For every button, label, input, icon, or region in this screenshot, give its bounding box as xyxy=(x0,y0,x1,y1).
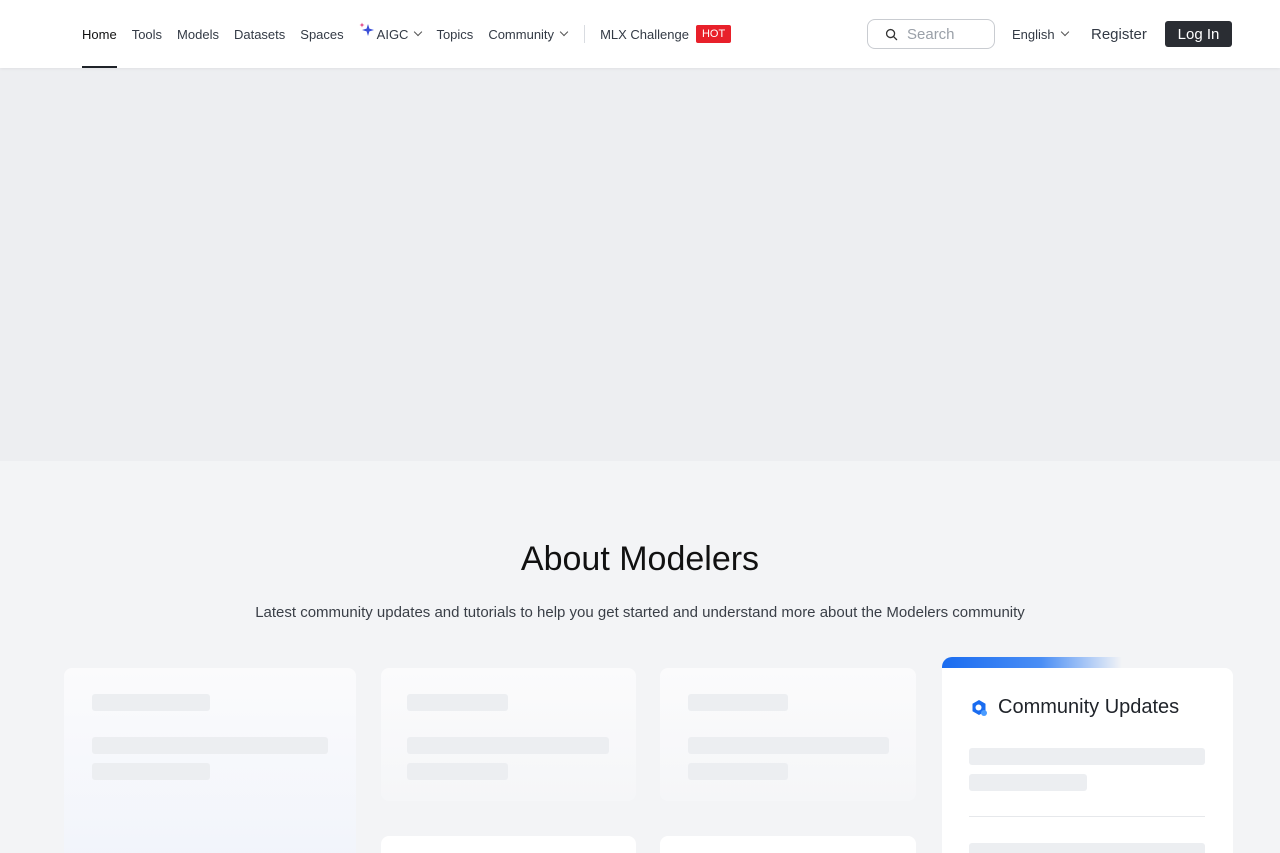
login-label: Log In xyxy=(1177,25,1220,43)
search-box[interactable] xyxy=(867,19,995,49)
register-link[interactable]: Register xyxy=(1091,0,1147,68)
nav-tools-label: Tools xyxy=(131,26,163,42)
nav-community[interactable]: Community xyxy=(488,0,569,68)
skeleton-card xyxy=(660,668,916,801)
nav-spaces-label: Spaces xyxy=(300,26,344,42)
skeleton-line xyxy=(688,694,788,711)
skeleton-line xyxy=(92,694,210,711)
nav-aigc[interactable]: AIGC xyxy=(359,0,423,68)
nav-topics[interactable]: Topics xyxy=(436,0,473,68)
nav-spaces[interactable]: Spaces xyxy=(300,0,343,68)
community-updates-panel: Community Updates xyxy=(942,668,1233,853)
top-header: Home Tools Models Datasets Spaces AIGC T… xyxy=(0,0,1280,68)
skeleton-line xyxy=(969,748,1205,765)
sparkle-icon xyxy=(359,22,374,36)
nav-datasets-label: Datasets xyxy=(233,26,286,42)
language-selector[interactable]: English xyxy=(1012,0,1069,68)
about-title: About Modelers xyxy=(520,540,760,578)
nav-tools[interactable]: Tools xyxy=(132,0,162,68)
about-subtitle: Latest community updates and tutorials t… xyxy=(255,604,1025,621)
community-updates-icon xyxy=(972,699,987,716)
nav-models-label: Models xyxy=(177,26,219,42)
nav-home-label: Home xyxy=(82,26,117,42)
skeleton-line xyxy=(688,737,889,754)
chevron-down-icon xyxy=(559,27,569,37)
nav-mlx-label: MLX Challenge xyxy=(600,26,689,42)
skeleton-line xyxy=(407,694,508,711)
language-label: English xyxy=(1012,26,1055,42)
search-input[interactable] xyxy=(907,25,991,43)
chevron-down-icon xyxy=(1060,27,1069,37)
skeleton-card xyxy=(381,668,636,801)
nav-topics-label: Topics xyxy=(436,26,474,42)
login-button[interactable]: Log In xyxy=(1165,21,1232,47)
updates-header: Community Updates xyxy=(970,696,1179,719)
nav-mlx-challenge[interactable]: MLX Challenge HOT xyxy=(600,0,732,68)
hot-badge: HOT xyxy=(695,25,732,43)
nav-community-label: Community xyxy=(488,26,555,42)
skeleton-line xyxy=(92,737,328,754)
skeleton-line xyxy=(92,763,210,780)
skeleton-card xyxy=(64,668,356,853)
main-nav: Home Tools Models Datasets Spaces AIGC T… xyxy=(82,0,746,68)
skeleton-card xyxy=(660,836,916,853)
skeleton-line xyxy=(407,763,508,780)
skeleton-card xyxy=(381,836,636,853)
nav-models[interactable]: Models xyxy=(177,0,219,68)
nav-home[interactable]: Home xyxy=(82,0,117,68)
chevron-down-icon xyxy=(414,27,423,37)
skeleton-line xyxy=(407,737,609,754)
skeleton-line xyxy=(688,763,788,780)
updates-divider xyxy=(969,816,1205,817)
skeleton-line xyxy=(969,843,1205,853)
skeleton-line xyxy=(969,774,1087,791)
nav-aigc-label: AIGC xyxy=(376,26,409,42)
nav-divider xyxy=(584,25,586,43)
updates-title: Community Updates xyxy=(998,696,1180,718)
nav-datasets[interactable]: Datasets xyxy=(234,0,285,68)
register-label: Register xyxy=(1091,25,1147,43)
search-icon xyxy=(885,28,898,40)
hero-banner-placeholder xyxy=(0,68,1280,461)
